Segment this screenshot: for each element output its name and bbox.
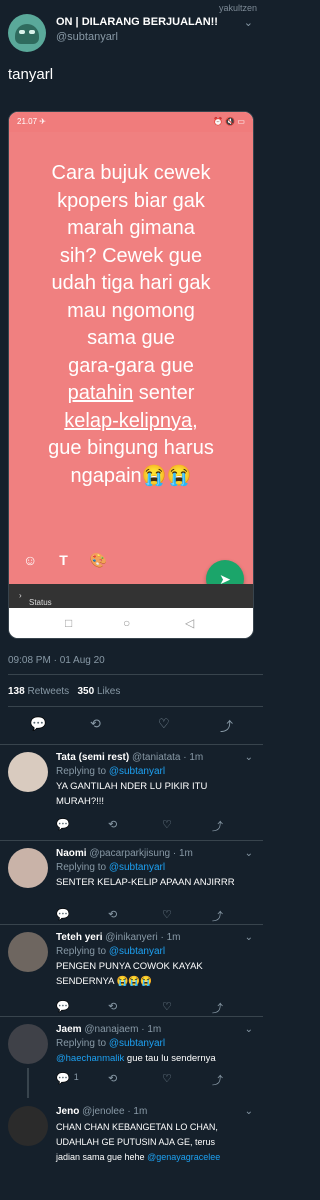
reply-name[interactable]: Naomi [56,848,87,859]
reply-icon[interactable]: 💬 [30,716,46,732]
palette-icon: 🎨 [89,552,108,568]
chevron-down-icon[interactable]: ⌄ [245,848,253,859]
retweet-icon[interactable]: ⟲ [108,908,117,921]
status-time: 21.07 ✈ [17,117,46,126]
reply-icon[interactable]: 💬 1 [56,1072,79,1085]
tweet-stats: 138 Retweets 350 Likes [8,686,121,697]
like-icon[interactable]: ♡ [162,908,172,921]
thread-line [27,1068,29,1098]
avatar[interactable] [8,1106,48,1146]
story-text: Cara bujuk cewek kpopers biar gak marah … [48,162,214,487]
status-row: › Status (Kontak) [9,584,253,616]
tweet-actions: 💬 ⟲ ♡ ⤴ [0,716,263,736]
display-name[interactable]: ON | DILARANG BERJUALAN!! [56,16,218,28]
reply-text: SENTER KELAP-KELIP APAAN ANJIRRR [56,877,235,888]
share-icon[interactable]: ⤴ [212,1000,223,1016]
share-icon[interactable]: ⤴ [212,818,223,834]
status-icons: ⏰ 🔇 ▭ [213,117,245,126]
handle[interactable]: @subtanyarl [56,31,118,43]
like-count: 350 [77,686,95,697]
reply-count: 1 [73,1072,79,1082]
avatar[interactable] [8,1024,48,1064]
share-icon[interactable]: ⤴ [212,908,223,924]
story-canvas: Cara bujuk cewek kpopers biar gak marah … [9,132,253,598]
emoji-icon: ☺ [23,552,38,568]
timestamp[interactable]: 09:08 PM · 01 Aug 20 [8,655,105,666]
retweet-icon[interactable]: ⟲ [108,1000,117,1013]
reply-text: @haechanmalik gue tau lu sendernya [56,1053,216,1064]
square-icon: □ [65,616,73,630]
chevron-down-icon[interactable]: ⌄ [245,932,253,943]
chevron-down-icon[interactable]: ⌄ [244,16,253,29]
frog-avatar-icon [15,24,39,44]
avatar[interactable] [8,14,46,52]
chevron-down-icon[interactable]: ⌄ [245,1106,253,1117]
avatar[interactable] [8,932,48,972]
reply-text: CHAN CHAN KEBANGETAN LO CHAN, UDAHLAH GE… [56,1122,221,1162]
back-icon: ◁ [185,616,195,630]
chevron-down-icon[interactable]: ⌄ [245,1024,253,1035]
reply-name[interactable]: Teteh yeri [56,932,103,943]
retweet-count: 138 [8,686,25,697]
like-icon[interactable]: ♡ [162,1072,172,1085]
retweet-icon[interactable]: ⟲ [108,1072,117,1085]
avatar[interactable] [8,848,48,888]
retweet-icon[interactable]: ⟲ [108,818,117,831]
circle-icon: ○ [123,616,131,630]
retweet-icon[interactable]: ⟲ [90,716,101,732]
like-icon[interactable]: ♡ [158,716,170,732]
reply-name[interactable]: Jeno [56,1106,79,1117]
reply-icon[interactable]: 💬 [56,1000,70,1013]
chevron-down-icon[interactable]: ⌄ [245,752,253,763]
share-icon[interactable]: ⤴ [220,716,233,735]
avatar[interactable] [8,752,48,792]
like-icon[interactable]: ♡ [162,818,172,831]
phone-status-bar: 21.07 ✈ ⏰ 🔇 ▭ [9,112,253,132]
reply-icon[interactable]: 💬 [56,818,70,831]
watermark: yakultzen [218,3,257,13]
reply-text: YA GANTILAH NDER LU PIKIR ITU MURAH?!!! [56,781,208,807]
tweet-media[interactable]: 21.07 ✈ ⏰ 🔇 ▭ Cara bujuk cewek kpopers b… [8,111,254,639]
like-icon[interactable]: ♡ [162,1000,172,1013]
reply-icon[interactable]: 💬 [56,908,70,921]
share-icon[interactable]: ⤴ [212,1072,223,1088]
text-icon: T [59,552,68,568]
reply-name[interactable]: Jaem [56,1024,82,1035]
reply-name[interactable]: Tata (semi rest) [56,752,129,763]
tweet-text: tanyarl [8,66,54,83]
phone-nav-bar: □ ○ ◁ [9,608,253,638]
reply-text: PENGEN PUNYA COWOK KAYAK SENDERNYA 😭😭😭 [56,961,203,987]
